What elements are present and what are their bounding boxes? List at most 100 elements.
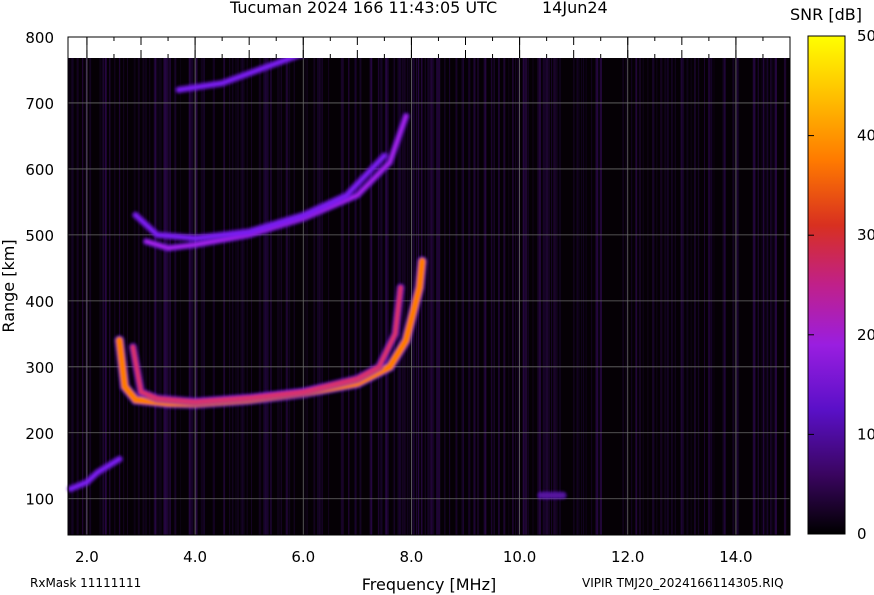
- chart-date: 14Jun24: [542, 0, 608, 17]
- noise-streak: [213, 58, 215, 535]
- noise-streak: [370, 58, 372, 535]
- noise-streak: [524, 58, 527, 535]
- noise-streak: [667, 58, 669, 535]
- noise-streak: [378, 58, 380, 535]
- y-tick-label: 400: [25, 293, 54, 311]
- noise-streak: [540, 58, 542, 535]
- noise-streak: [82, 58, 83, 535]
- noise-streak: [625, 58, 628, 535]
- noise-streak: [631, 58, 633, 535]
- noise-streak: [484, 58, 487, 535]
- noise-streak: [690, 58, 692, 535]
- noise-streak: [264, 58, 267, 535]
- noise-streak: [251, 58, 252, 535]
- y-tick-label: 600: [25, 161, 54, 179]
- y-tick-label: 800: [25, 29, 54, 47]
- noise-streak: [133, 58, 136, 535]
- noise-streak: [527, 58, 529, 535]
- x-tick-label: 14.0: [719, 548, 752, 566]
- noise-streak: [546, 58, 549, 535]
- x-tick-labels: 2.0 4.0 6.0 8.0 10.0 12.0 14.0: [75, 548, 753, 566]
- x-tick-label: 4.0: [183, 548, 207, 566]
- ionogram-chart: 2.0 4.0 6.0 8.0 10.0 12.0 14.0 100200300400500…: [0, 5, 874, 594]
- noise-streak: [202, 58, 205, 535]
- noise-streak: [137, 58, 140, 535]
- noise-streak: [704, 58, 705, 535]
- noise-streak: [429, 58, 432, 535]
- noise-streak: [455, 58, 457, 535]
- y-axis-label: Range [km]: [0, 239, 18, 332]
- noise-streak: [468, 58, 471, 535]
- noise-streak: [556, 58, 558, 535]
- rxmask-label: RxMask 11111111: [30, 576, 142, 590]
- file-name-label: VIPIR TMJ20_2024166114305.RIQ: [582, 576, 784, 590]
- noise-streak: [246, 58, 248, 535]
- colorbar-tick-label: 20: [857, 326, 874, 344]
- noise-streak: [537, 58, 540, 535]
- noise-streak: [660, 58, 663, 535]
- noise-streak: [306, 58, 308, 535]
- noise-streak: [369, 58, 370, 535]
- noise-streak: [595, 58, 598, 535]
- noise-streak: [281, 58, 282, 535]
- noise-streak: [671, 58, 673, 535]
- noise-streak: [269, 58, 272, 535]
- noise-streak: [293, 58, 295, 535]
- noise-streak: [71, 58, 74, 535]
- noise-streak: [359, 58, 361, 535]
- noise-streak: [508, 58, 510, 535]
- noise-streak: [723, 58, 726, 535]
- noise-streak: [173, 58, 176, 535]
- noise-streak: [437, 58, 440, 535]
- noise-streak: [766, 58, 769, 535]
- noise-streak: [427, 58, 430, 535]
- noise-streak: [127, 58, 128, 535]
- noise-streak: [195, 58, 198, 535]
- x-tick-label: 2.0: [75, 548, 99, 566]
- colorbar-tick-label: 10: [857, 425, 874, 443]
- noise-streak: [642, 58, 644, 535]
- noise-streak: [497, 58, 500, 535]
- noise-streak: [573, 58, 575, 535]
- y-tick-label: 500: [25, 227, 54, 245]
- noise-streak: [166, 58, 169, 535]
- noise-streak: [461, 58, 464, 535]
- noise-streak: [635, 58, 638, 535]
- x-tick-label: 12.0: [611, 548, 644, 566]
- noise-streak: [142, 58, 145, 535]
- noise-streak: [169, 58, 171, 535]
- noise-streak: [532, 58, 534, 535]
- noise-streak: [99, 58, 102, 535]
- noise-streak: [577, 58, 580, 535]
- x-tick-label: 6.0: [291, 548, 315, 566]
- noise-streak: [163, 58, 166, 535]
- noise-streak: [149, 58, 151, 535]
- colorbar: [807, 35, 846, 535]
- chart-title: Tucuman 2024 166 11:43:05 UTC: [230, 0, 498, 17]
- y-tick-labels: 100 200 300 400 500 600 700 800: [25, 29, 54, 509]
- noise-streak: [664, 58, 666, 535]
- colorbar-tick-label: 50: [857, 27, 874, 45]
- noise-streak: [237, 58, 239, 535]
- noise-streak: [234, 58, 238, 535]
- noise-streak: [89, 58, 92, 535]
- noise-streak: [647, 58, 649, 535]
- noise-streak: [757, 58, 759, 535]
- noise-streak: [591, 58, 593, 535]
- colorbar-label: SNR [dB]: [790, 5, 862, 24]
- noise-streak: [247, 58, 248, 535]
- noise-streak: [279, 58, 281, 535]
- noise-streak: [554, 58, 557, 535]
- noise-streak: [477, 58, 480, 535]
- noise-streak: [320, 58, 323, 535]
- noise-streak: [622, 58, 624, 535]
- noise-streak: [159, 58, 162, 535]
- noise-streak: [681, 58, 683, 535]
- noise-streak: [517, 58, 519, 535]
- noise-streak: [553, 58, 555, 535]
- noise-streak: [582, 58, 585, 535]
- noise-streak: [694, 58, 696, 535]
- noise-streak: [697, 58, 700, 535]
- noise-streak: [548, 58, 550, 535]
- noise-streak: [576, 58, 578, 535]
